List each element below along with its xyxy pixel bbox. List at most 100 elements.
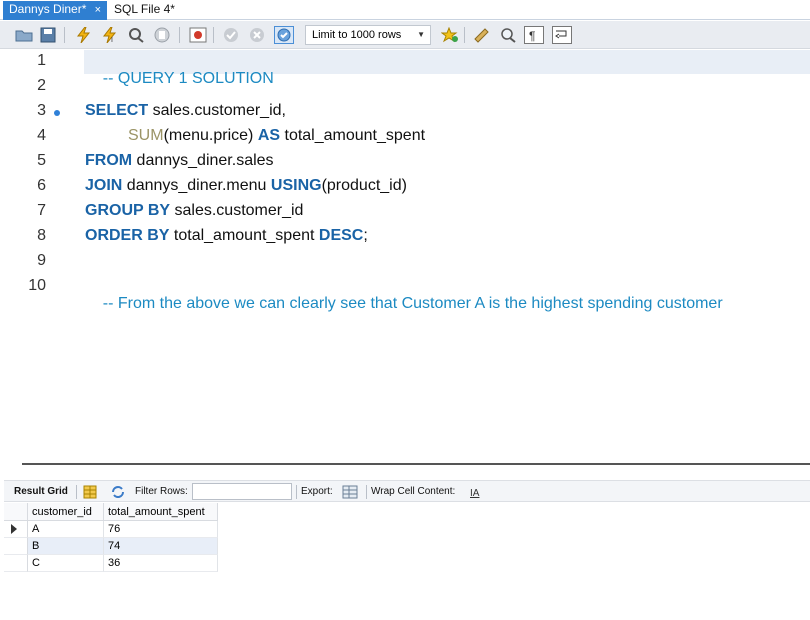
toolbar-separator [296,485,297,499]
grid-corner [4,503,28,521]
tab-label: Dannys Diner* [9,2,87,16]
find-icon[interactable] [498,26,518,44]
execute-current-icon[interactable]: I [100,26,120,44]
sql-keyword: AS [257,127,281,144]
table-cell[interactable]: B [28,538,104,555]
sql-text: ; [363,227,368,244]
result-toolbar: Result Grid Filter Rows: Export: Wrap Ce… [4,480,810,502]
line-number: 2 [37,77,46,94]
sql-comment: -- From the above we can clearly see tha… [102,295,723,312]
row-header[interactable] [4,521,28,538]
code-line-1: -- QUERY 1 SOLUTION [85,52,274,106]
filter-rows-input[interactable] [192,483,292,500]
grid-layout-icon[interactable] [80,483,100,501]
result-grid-tab[interactable]: Result Grid [14,486,68,497]
toolbar-separator [213,27,214,43]
close-icon[interactable]: × [95,2,101,19]
tab-bar: Dannys Diner* × SQL File 4* [0,0,810,20]
code-line-6: JOIN dannys_diner.menu USING(product_id) [85,177,407,195]
stop-icon[interactable] [152,26,172,44]
explain-icon[interactable] [126,26,146,44]
line-number: 5 [37,152,46,169]
tab-dannys-diner[interactable]: Dannys Diner* × [3,1,107,20]
brush-icon[interactable] [472,26,492,44]
autocommit-icon[interactable] [274,26,294,44]
code-line-8: ORDER BY total_amount_spent DESC; [85,227,368,245]
wrap-icon[interactable] [552,26,572,44]
sql-keyword: USING [270,177,322,194]
svg-text:I: I [111,37,113,43]
export-icon[interactable] [340,483,360,501]
wrap-cell-label: Wrap Cell Content: [371,486,456,497]
code-line-10: -- From the above we can clearly see tha… [85,277,723,331]
commit-icon[interactable] [221,26,241,44]
toggle-error-icon[interactable] [188,26,208,44]
result-grid: customer_id total_amount_spent A 76 B 74… [4,503,810,620]
table-cell[interactable]: 74 [104,538,218,555]
line-number: 6 [37,177,46,194]
table-cell[interactable]: C [28,555,104,572]
sql-text: (menu.price) [163,127,258,144]
folder-open-icon[interactable] [14,26,34,44]
column-header[interactable]: customer_id [28,503,104,521]
limit-rows-value: Limit to 1000 rows [312,29,402,41]
save-icon[interactable] [38,26,58,44]
toolbar-separator [64,27,65,43]
invisible-chars-icon[interactable]: ¶ [524,26,544,44]
sql-comment: -- QUERY 1 SOLUTION [102,70,274,87]
svg-text:IA: IA [470,488,480,499]
panel-splitter[interactable] [4,458,810,480]
statement-marker-icon [54,110,60,116]
line-number: 4 [37,127,46,144]
toolbar-separator [179,27,180,43]
svg-text:¶: ¶ [529,29,535,43]
line-number: 8 [37,227,46,244]
sql-text: total_amount_spent [280,127,426,144]
execute-icon[interactable] [74,26,94,44]
line-number: 3 [37,102,46,119]
sql-editor[interactable]: 1 2 3 4 5 6 7 8 9 10 -- QUERY 1 SOLUTION… [4,50,810,455]
sql-text: sales.customer_id [170,202,304,219]
line-number: 1 [37,52,46,69]
toolbar-separator [464,27,465,43]
refresh-icon[interactable] [108,483,128,501]
sql-keyword: GROUP BY [85,202,171,219]
row-header[interactable] [4,555,28,572]
line-number: 9 [37,252,46,269]
code-line-7: GROUP BY sales.customer_id [85,202,303,220]
sql-keyword: DESC [318,227,364,244]
toolbar-separator [76,485,77,499]
current-row-icon [11,524,17,534]
splitter-bar[interactable] [22,463,810,465]
line-number: 7 [37,202,46,219]
sql-text: sales.customer_id, [148,102,286,119]
sql-text: total_amount_spent [169,227,319,244]
tab-label: SQL File 4* [114,2,175,16]
code-line-5: FROM dannys_diner.sales [85,152,274,170]
sql-function: SUM [128,127,164,144]
rollback-icon[interactable] [247,26,267,44]
beautify-icon[interactable] [440,26,460,44]
column-header[interactable]: total_amount_spent [104,503,218,521]
sql-keyword: SELECT [85,102,149,119]
export-label: Export: [301,486,333,497]
chevron-down-icon: ▼ [417,30,425,39]
line-number: 10 [28,277,46,294]
table-cell[interactable]: 36 [104,555,218,572]
limit-rows-select[interactable]: Limit to 1000 rows ▼ [305,25,431,45]
tab-sql-file-4[interactable]: SQL File 4* [108,1,198,20]
sql-keyword: ORDER BY [85,227,170,244]
row-header[interactable] [4,538,28,555]
table-cell[interactable]: 76 [104,521,218,538]
toolbar-separator [366,485,367,499]
sql-keyword: JOIN [85,177,123,194]
code-line-4: SUM(menu.price) AS total_amount_spent [128,127,425,145]
sql-text: (product_id) [321,177,407,194]
filter-rows-label: Filter Rows: [135,486,188,497]
wrap-cell-icon[interactable]: IA [466,483,486,501]
table-cell[interactable]: A [28,521,104,538]
code-line-3: SELECT sales.customer_id, [85,102,286,120]
sql-keyword: FROM [85,152,133,169]
sql-text: dannys_diner.menu [122,177,271,194]
sql-text: dannys_diner.sales [132,152,274,169]
